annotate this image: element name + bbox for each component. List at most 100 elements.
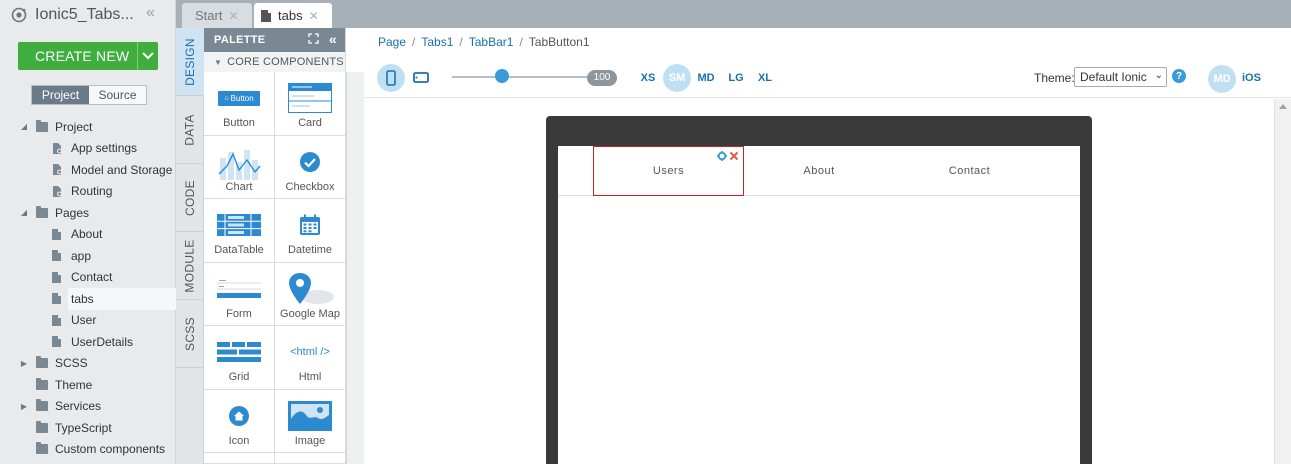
scroll-up-icon[interactable] bbox=[1279, 104, 1287, 109]
editor-mode-tabs: DESIGN DATA CODE MODULE SCSS bbox=[176, 28, 204, 464]
tree-item-label: app bbox=[71, 248, 92, 263]
tree-item-label: Model and Storage bbox=[71, 162, 173, 177]
palette-item-grid[interactable]: Grid bbox=[204, 326, 275, 390]
tree-item[interactable]: Custom components bbox=[0, 439, 176, 461]
segment-project[interactable]: Project bbox=[32, 86, 89, 104]
tree-item[interactable]: Model and Storage bbox=[0, 159, 176, 181]
breakpoint-sm[interactable]: SM bbox=[663, 64, 691, 92]
caret-right-icon[interactable]: ▶ bbox=[20, 359, 28, 368]
tab-scss[interactable]: SCSS bbox=[176, 300, 204, 368]
palette-item-checkbox[interactable]: Checkbox bbox=[275, 135, 346, 199]
palette-item-partial[interactable] bbox=[204, 453, 275, 464]
tree-item[interactable]: ◢ Project bbox=[0, 116, 176, 138]
tab-label: DATA bbox=[183, 113, 197, 146]
mode-md-button[interactable]: MD bbox=[1208, 65, 1236, 93]
palette-item-datatable[interactable]: DataTable bbox=[204, 199, 275, 263]
gear-icon[interactable] bbox=[717, 150, 727, 164]
palette-item-chart[interactable]: Chart bbox=[204, 135, 275, 199]
tab-button-contact[interactable]: Contact bbox=[894, 146, 1045, 196]
html-icon: <html /> bbox=[286, 336, 334, 368]
create-new-button[interactable]: CREATE NEW bbox=[18, 42, 158, 70]
collapse-panel-icon[interactable]: « bbox=[146, 4, 155, 22]
palette-item-form[interactable]: Form bbox=[204, 262, 275, 326]
close-icon[interactable]: ✕ bbox=[309, 9, 319, 23]
palette-item-html[interactable]: <html /> Html bbox=[275, 326, 346, 390]
form-icon bbox=[215, 273, 263, 305]
tree-item-label: Routing bbox=[71, 184, 113, 199]
tree-item[interactable]: ◢ Pages bbox=[0, 202, 176, 224]
folder-icon bbox=[36, 356, 48, 369]
caret-down-icon[interactable]: ◢ bbox=[20, 208, 28, 217]
palette-item-google-map[interactable]: Google Map bbox=[275, 262, 346, 326]
folder-icon bbox=[36, 377, 48, 390]
tree-item[interactable]: Theme bbox=[0, 374, 176, 396]
design-canvas[interactable]: Users About Contact bbox=[364, 99, 1274, 464]
mode-ios-button[interactable]: iOS bbox=[1242, 72, 1261, 84]
folder-icon bbox=[36, 205, 48, 218]
collapse-palette-icon[interactable]: « bbox=[329, 32, 337, 47]
tree-item[interactable]: UserDetails bbox=[0, 331, 176, 353]
chevron-down-icon[interactable] bbox=[138, 52, 158, 60]
breadcrumb-tabs1[interactable]: Tabs1 bbox=[421, 35, 453, 49]
zoom-slider-track[interactable] bbox=[452, 76, 587, 78]
file-icon bbox=[52, 314, 61, 326]
tab-button-about[interactable]: About bbox=[744, 146, 894, 196]
palette-item-partial[interactable] bbox=[275, 453, 346, 464]
tab-bar[interactable]: Users About Contact bbox=[558, 146, 1080, 196]
tree-item[interactable]: app bbox=[0, 245, 176, 267]
theme-select[interactable]: Default Ionic ⌄ bbox=[1074, 67, 1167, 87]
doc-tab-start[interactable]: Start ✕ bbox=[182, 3, 252, 28]
palette-item-button[interactable]: ⌂ Button Button bbox=[204, 72, 275, 136]
zoom-value: 100 bbox=[587, 70, 617, 86]
tab-code[interactable]: CODE bbox=[176, 164, 204, 232]
caret-right-icon[interactable]: ▶ bbox=[20, 402, 28, 411]
tree-item[interactable]: Contact bbox=[0, 267, 176, 289]
tree-item[interactable]: ▶ SCSS bbox=[0, 353, 176, 375]
chevron-down-icon: ⌄ bbox=[1154, 70, 1163, 81]
editor-area: Page / Tabs1 / TabBar1 / TabButton1 100 … bbox=[364, 28, 1291, 464]
segment-source[interactable]: Source bbox=[89, 86, 146, 104]
doc-tab-tabs[interactable]: tabs ✕ bbox=[254, 3, 332, 28]
breakpoint-xl[interactable]: XL bbox=[755, 67, 775, 89]
file-icon bbox=[52, 293, 61, 305]
zoom-slider-thumb[interactable] bbox=[495, 69, 509, 83]
expand-icon[interactable] bbox=[308, 33, 319, 47]
palette-section-header[interactable]: ▼ CORE COMPONENTS bbox=[204, 52, 345, 72]
canvas-scrollbar[interactable] bbox=[1274, 99, 1291, 464]
breadcrumb-tabbar1[interactable]: TabBar1 bbox=[469, 35, 514, 49]
tab-design[interactable]: DESIGN bbox=[176, 28, 204, 96]
settings-file-icon bbox=[52, 185, 63, 197]
tree-item[interactable]: TypeScript bbox=[0, 417, 176, 439]
close-icon[interactable]: ✕ bbox=[228, 9, 238, 23]
device-screen[interactable]: Users About Contact bbox=[558, 146, 1080, 464]
delete-icon[interactable] bbox=[729, 150, 739, 164]
tab-module[interactable]: MODULE bbox=[176, 232, 204, 300]
tree-item[interactable]: tabs bbox=[52, 288, 176, 310]
palette-item-label: Grid bbox=[228, 371, 250, 383]
palette-item-label: DataTable bbox=[214, 244, 264, 256]
tree-item[interactable]: Routing bbox=[0, 181, 176, 203]
caret-down-icon[interactable]: ◢ bbox=[20, 122, 28, 131]
phone-landscape-button[interactable] bbox=[413, 72, 429, 86]
tree-item[interactable]: ▶ Services bbox=[0, 396, 176, 418]
palette-item-label: Card bbox=[298, 117, 322, 129]
breadcrumb-page[interactable]: Page bbox=[378, 35, 406, 49]
help-icon[interactable]: ? bbox=[1172, 69, 1186, 83]
palette-item-card[interactable]: Card bbox=[275, 72, 346, 136]
tree-item-label: UserDetails bbox=[71, 334, 134, 349]
tree-item[interactable]: App settings bbox=[0, 138, 176, 160]
settings-file-icon bbox=[52, 142, 63, 154]
tree-item[interactable]: About bbox=[0, 224, 176, 246]
palette-item-datetime[interactable]: Datetime bbox=[275, 199, 346, 263]
breakpoint-xs[interactable]: XS bbox=[638, 67, 658, 89]
breakpoint-lg[interactable]: LG bbox=[726, 67, 746, 89]
tree-item-label: Project bbox=[55, 119, 93, 134]
tree-item[interactable]: User bbox=[0, 310, 176, 332]
home-icon bbox=[215, 400, 263, 432]
palette-scrollbar[interactable] bbox=[346, 72, 364, 464]
breakpoint-md[interactable]: MD bbox=[696, 67, 716, 89]
palette-item-icon[interactable]: Icon bbox=[204, 389, 275, 453]
tab-data[interactable]: DATA bbox=[176, 96, 204, 164]
palette-item-image[interactable]: Image bbox=[275, 389, 346, 453]
phone-portrait-button[interactable] bbox=[377, 64, 405, 92]
